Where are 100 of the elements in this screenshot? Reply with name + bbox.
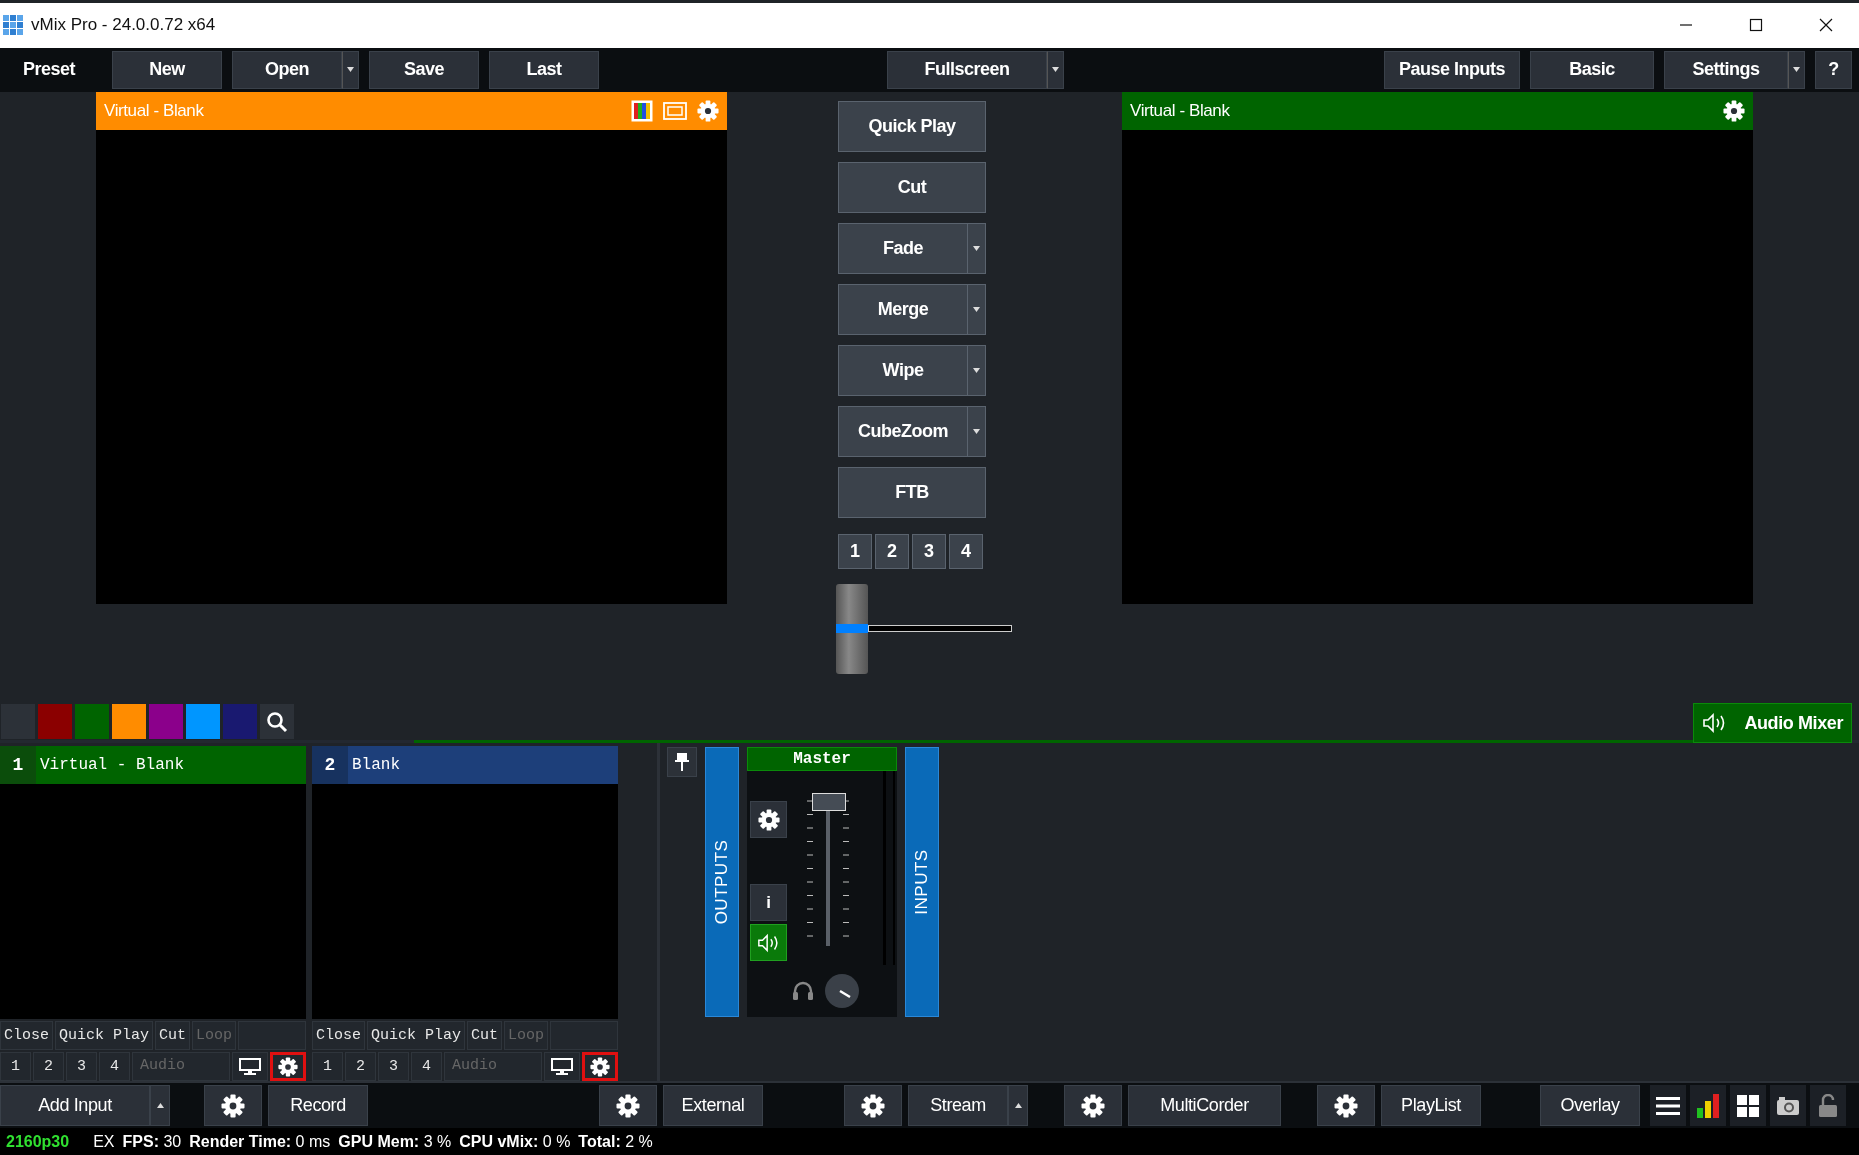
monitor-button[interactable] xyxy=(232,1052,268,1082)
input-action-button[interactable]: Quick Play xyxy=(55,1021,154,1051)
transition-number-button[interactable]: 2 xyxy=(875,533,909,569)
settings-button[interactable] xyxy=(270,1052,306,1082)
fader-thumb[interactable] xyxy=(812,793,846,812)
input-action-button[interactable]: Cut xyxy=(155,1021,191,1051)
input-header[interactable]: 1 Virtual - Blank xyxy=(0,746,306,785)
dropdown-button[interactable] xyxy=(1008,1085,1028,1127)
toolbar-button[interactable]: Basic xyxy=(1530,50,1654,89)
search-button[interactable] xyxy=(259,703,295,741)
input-action-button[interactable]: Close xyxy=(312,1021,365,1051)
caret-icon xyxy=(1052,67,1059,73)
levels-button[interactable] xyxy=(1690,1085,1726,1127)
color-filter-button[interactable] xyxy=(37,703,73,741)
color-bars-icon[interactable] xyxy=(631,99,653,122)
bar-button[interactable]: PlayList xyxy=(1381,1085,1481,1127)
menu-icon xyxy=(1656,1094,1680,1117)
color-filter-button[interactable] xyxy=(74,703,110,741)
transition-number-button[interactable]: 3 xyxy=(912,533,946,569)
toolbar-button[interactable]: ? xyxy=(1815,50,1852,89)
toolbar-button[interactable]: Settings xyxy=(1664,50,1788,89)
video-format: 2160p30 xyxy=(6,1132,70,1151)
monitor-button[interactable] xyxy=(544,1052,580,1082)
transition-button[interactable]: Quick Play xyxy=(838,100,986,152)
dropdown-button[interactable] xyxy=(1788,50,1805,89)
lock-icon xyxy=(1818,1093,1838,1118)
settings-button[interactable] xyxy=(599,1085,657,1127)
lock-button[interactable] xyxy=(1810,1085,1846,1127)
level-bars-icon xyxy=(1697,1093,1719,1118)
inputs-tab[interactable]: INPUTS xyxy=(905,747,939,1018)
bar-button[interactable]: Overlay xyxy=(1540,1085,1640,1127)
transition-button[interactable]: CubeZoom xyxy=(838,405,968,457)
layer-toggle-button[interactable]: 2 xyxy=(33,1052,64,1082)
input-action-button[interactable]: Quick Play xyxy=(367,1021,466,1051)
input-header[interactable]: 2 Blank xyxy=(312,746,618,785)
toolbar-button[interactable]: Open xyxy=(232,50,342,89)
layer-toggle-button[interactable]: 1 xyxy=(312,1052,343,1082)
maximize-icon[interactable] xyxy=(1749,18,1763,33)
settings-button[interactable] xyxy=(204,1085,262,1127)
toolbar-button[interactable]: New xyxy=(112,50,222,89)
outputs-tab[interactable]: OUTPUTS xyxy=(705,747,739,1018)
color-filter-button[interactable] xyxy=(111,703,147,741)
close-icon[interactable] xyxy=(1819,18,1833,33)
color-filter-button[interactable] xyxy=(222,703,258,741)
bar-button[interactable]: External xyxy=(663,1085,763,1127)
grid-icon xyxy=(1737,1094,1759,1117)
color-filter-button[interactable] xyxy=(148,703,184,741)
settings-icon xyxy=(757,808,780,831)
toolbar-button[interactable]: Last xyxy=(489,50,599,89)
status-stat: GPU Mem: 3 % xyxy=(338,1132,452,1151)
bar-button[interactable]: Record xyxy=(268,1085,368,1127)
bar-button[interactable]: Add Input xyxy=(0,1085,150,1127)
layer-toggle-button[interactable]: 2 xyxy=(345,1052,376,1082)
toolbar-button[interactable]: Save xyxy=(369,50,479,89)
toolbar-button[interactable]: Pause Inputs xyxy=(1383,50,1520,89)
snapshot-button[interactable] xyxy=(1770,1085,1806,1127)
audio-toggle-button[interactable] xyxy=(750,924,787,962)
transition-button[interactable]: FTB xyxy=(838,466,986,518)
settings-button[interactable] xyxy=(750,801,787,839)
dropdown-button[interactable] xyxy=(342,50,359,89)
bar-button[interactable]: Stream xyxy=(908,1085,1008,1127)
input-action-button[interactable]: Close xyxy=(0,1021,53,1051)
layout-button[interactable] xyxy=(1730,1085,1766,1127)
headphones-icon xyxy=(792,981,814,1002)
layer-toggle-button[interactable]: 3 xyxy=(66,1052,97,1082)
settings-button[interactable] xyxy=(844,1085,902,1127)
caret-icon xyxy=(973,367,980,373)
camera-icon xyxy=(1776,1095,1800,1116)
toolbar-button[interactable]: Fullscreen xyxy=(887,50,1047,89)
transition-button[interactable]: Wipe xyxy=(838,344,968,396)
layer-toggle-button[interactable]: 1 xyxy=(0,1052,31,1082)
settings-button[interactable] xyxy=(1317,1085,1375,1127)
transition-button[interactable]: Fade xyxy=(838,222,968,274)
settings-icon xyxy=(1081,1093,1105,1118)
color-filter-button[interactable] xyxy=(185,703,221,741)
bar-button[interactable]: MultiCorder xyxy=(1128,1085,1281,1127)
input-number: 1 xyxy=(0,746,36,785)
layer-toggle-button[interactable]: 4 xyxy=(99,1052,130,1082)
pin-button[interactable] xyxy=(667,747,697,778)
knob-icon[interactable] xyxy=(824,973,860,1010)
window-title: vMix Pro - 24.0.0.72 x64 xyxy=(31,15,216,36)
input-action-button[interactable]: Cut xyxy=(467,1021,503,1051)
layer-toggle-button[interactable]: 4 xyxy=(411,1052,442,1082)
caret-icon xyxy=(973,245,980,251)
dropdown-button[interactable] xyxy=(150,1085,170,1127)
app-logo-icon xyxy=(3,15,23,36)
menu-button[interactable] xyxy=(1650,1085,1686,1127)
transition-number-button[interactable]: 4 xyxy=(949,533,983,569)
transition-number-button[interactable]: 1 xyxy=(838,533,872,569)
caret-icon xyxy=(1014,1103,1022,1109)
t-bar-handle[interactable] xyxy=(836,583,868,674)
settings-button[interactable] xyxy=(1064,1085,1122,1127)
caret-icon xyxy=(973,428,980,434)
input-number: 2 xyxy=(312,746,348,785)
layer-toggle-button[interactable]: 3 xyxy=(378,1052,409,1082)
info-button[interactable]: i xyxy=(750,884,787,922)
audio-mixer-button[interactable]: Audio Mixer xyxy=(1693,703,1852,744)
settings-button[interactable] xyxy=(582,1052,618,1082)
transition-button[interactable]: Merge xyxy=(838,283,968,335)
transition-button[interactable]: Cut xyxy=(838,161,986,213)
